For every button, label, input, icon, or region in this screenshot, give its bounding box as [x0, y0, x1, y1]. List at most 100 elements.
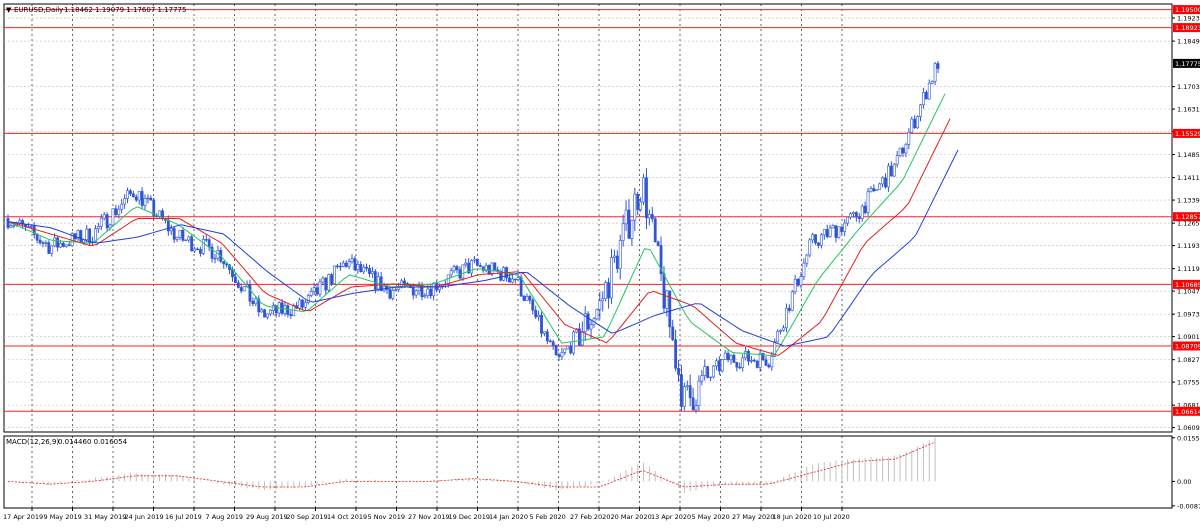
candle-body	[589, 324, 593, 330]
candle-body	[799, 276, 803, 286]
candle-body	[528, 296, 532, 301]
candle-body	[595, 309, 599, 320]
candle-body	[790, 291, 794, 311]
candle-body	[910, 118, 914, 133]
x-tick-label: 27 Feb 2020	[570, 513, 610, 521]
y-tick-label: 1.09730	[1177, 311, 1200, 319]
candle-body	[770, 356, 774, 368]
candle-body	[630, 219, 634, 239]
macd-tick-label: 0.00	[1177, 478, 1191, 486]
candle-body	[650, 214, 654, 220]
y-tick-label: 1.08270	[1177, 356, 1200, 364]
candle-body	[508, 277, 511, 283]
candle-body	[618, 240, 622, 269]
candle-body	[88, 228, 92, 243]
candle-body	[129, 190, 132, 195]
x-tick-label: 10 Jul 2020	[813, 513, 850, 521]
candle-body	[423, 295, 427, 297]
candle-body	[615, 255, 619, 269]
candle-body	[872, 188, 876, 192]
candle-body	[461, 264, 465, 279]
candle-body	[878, 183, 882, 191]
candle-body	[213, 257, 217, 260]
candle-body	[464, 262, 468, 266]
candle-body	[29, 226, 33, 228]
candle-body	[796, 278, 800, 286]
candle-body	[473, 258, 476, 261]
candle-body	[111, 208, 115, 226]
candle-body	[85, 228, 89, 240]
candle-body	[289, 314, 293, 317]
candle-body	[298, 299, 301, 309]
x-tick-label: 29 Aug 2019	[246, 513, 288, 521]
macd-tick-label: 0.015564	[1177, 434, 1200, 442]
candle-body	[767, 364, 771, 368]
candle-body	[531, 299, 535, 311]
level-tag: 1.19500	[1175, 6, 1200, 14]
candle-body	[916, 116, 919, 129]
candle-body	[239, 287, 243, 292]
candle-body	[860, 205, 864, 219]
candle-body	[677, 367, 680, 375]
symbol-label: EURUSD,Daily	[14, 6, 63, 14]
candle-body	[697, 380, 701, 407]
candle-body	[685, 385, 689, 387]
candle-body	[560, 352, 564, 357]
candle-body	[271, 305, 275, 311]
candle-body	[266, 313, 269, 318]
candle-body	[537, 314, 540, 318]
candle-body	[394, 289, 398, 291]
candle-body	[875, 189, 879, 192]
candle-body	[779, 330, 782, 332]
x-tick-label: 18 Jun 2020	[773, 513, 812, 521]
candle-body	[353, 258, 357, 270]
candle-body	[79, 230, 83, 243]
candle-body	[193, 248, 196, 252]
candle-body	[668, 290, 672, 328]
candle-body	[755, 360, 759, 368]
candle-body	[199, 249, 202, 254]
candle-body	[44, 242, 48, 244]
candle-body	[53, 237, 57, 247]
candle-body	[158, 210, 161, 217]
candle-body	[846, 216, 850, 224]
chart-canvas[interactable]: 0.015564 0.00 -0.00872 1.19230 1.18490 1.170…	[0, 0, 1200, 525]
candle-body	[715, 360, 718, 367]
candle-body	[268, 309, 272, 315]
candle-body	[653, 218, 657, 243]
candle-body	[510, 278, 514, 283]
candle-body	[843, 222, 847, 232]
candle-body	[887, 165, 890, 188]
candle-body	[478, 265, 482, 267]
candle-body	[930, 81, 934, 84]
candle-body	[359, 264, 363, 273]
candle-body	[898, 147, 902, 156]
candle-body	[604, 282, 608, 299]
x-tick-label: 14 Jan 2020	[489, 513, 528, 521]
ohlc-readout: 1.18462 1.19079 1.17607 1.17775	[64, 6, 186, 14]
candle-body	[131, 193, 135, 198]
candle-body	[67, 244, 71, 247]
y-tick-label: 1.14110	[1177, 174, 1200, 182]
candle-body	[312, 287, 316, 292]
candle-body	[344, 262, 348, 267]
candle-body	[738, 366, 742, 369]
candle-body	[811, 234, 815, 241]
candle-body	[347, 261, 351, 267]
candle-body	[321, 277, 325, 283]
x-tick-label: 27 Nov 2019	[408, 513, 450, 521]
candle-body	[94, 228, 97, 242]
chart-window[interactable]: 0.015564 0.00 -0.00872 1.19230 1.18490 1.170…	[0, 0, 1200, 525]
candle-body	[534, 309, 538, 318]
candle-body	[904, 144, 908, 154]
candle-body	[330, 274, 334, 285]
candle-body	[694, 405, 698, 411]
candle-body	[924, 92, 928, 100]
candle-body	[822, 229, 826, 236]
candle-body	[674, 339, 678, 369]
candle-body	[368, 268, 371, 274]
candle-body	[126, 190, 129, 199]
collapse-marker-icon[interactable]: ▼	[6, 6, 12, 14]
candle-body	[283, 305, 287, 314]
candle-body	[362, 266, 366, 273]
